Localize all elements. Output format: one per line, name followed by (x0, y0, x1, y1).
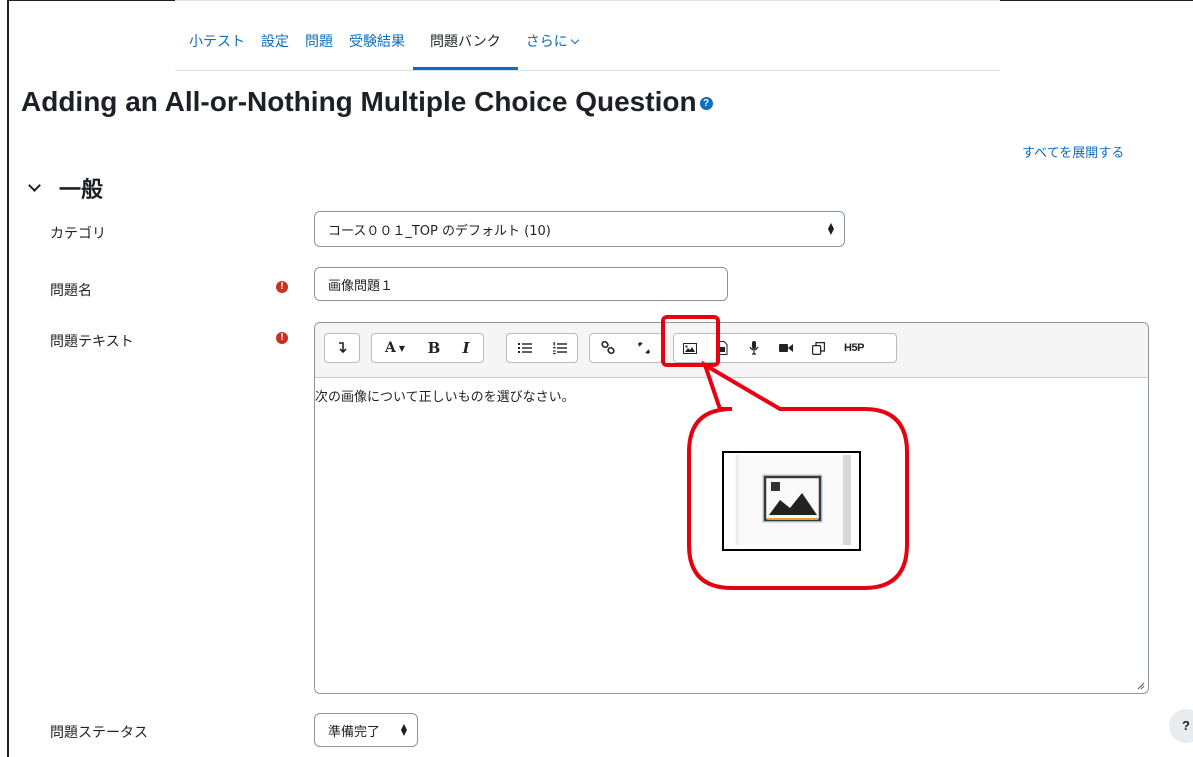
category-label: カテゴリ (50, 226, 106, 242)
select-arrows-icon: ▲ ▼ (400, 722, 407, 737)
section-general-header[interactable]: 一般 (28, 172, 104, 204)
required-icon: ! (276, 281, 288, 293)
resize-handle-icon[interactable] (1137, 682, 1145, 690)
unordered-list-icon[interactable] (507, 334, 542, 362)
tab-questions[interactable]: 問題 (297, 18, 341, 70)
page-title: Adding an All-or-Nothing Multiple Choice… (21, 86, 713, 118)
font-style-icon[interactable]: A ▼ (372, 334, 418, 362)
question-name-input[interactable]: 画像問題１ (314, 267, 728, 301)
category-select[interactable]: コース００１_TOP のデフォルト (10) ▲ ▼ (314, 211, 845, 247)
toolbar-group-style: A ▼ B I (371, 333, 484, 363)
toolbar-group-collapse (324, 333, 360, 363)
h5p-icon[interactable]: H5P (834, 334, 874, 362)
media-icon[interactable] (706, 334, 738, 362)
question-status-value: 準備完了 (328, 724, 381, 740)
chevron-down-icon (28, 178, 41, 192)
editor-toolbar: A ▼ B I H5P (315, 323, 1148, 378)
microphone-icon[interactable] (738, 334, 770, 362)
tab-more-label: さらに (525, 34, 568, 50)
tab-quiz[interactable]: 小テスト (175, 18, 253, 70)
tab-results[interactable]: 受験結果 (341, 18, 413, 70)
question-name-label: 問題名 (50, 283, 92, 299)
page-title-text: Adding an All-or-Nothing Multiple Choice… (21, 86, 697, 117)
section-title: 一般 (59, 178, 104, 203)
toolbar-group-lists (506, 333, 578, 363)
tab-settings[interactable]: 設定 (253, 18, 297, 70)
question-name-value: 画像問題１ (328, 278, 394, 294)
toolbar-group-links (589, 333, 663, 363)
question-text-editor[interactable]: A ▼ B I H5P 次の画像について正しいものを選びなさい。 (314, 322, 1149, 694)
video-icon[interactable] (770, 334, 802, 362)
copy-icon[interactable] (802, 334, 834, 362)
category-value: コース００１_TOP のデフォルト (10) (328, 223, 551, 239)
collapse-icon[interactable] (325, 334, 359, 362)
ordered-list-icon[interactable] (542, 334, 577, 362)
secondary-nav: 小テスト 設定 問題 受験結果 問題バンク さらに (175, 18, 1000, 71)
link-icon[interactable] (590, 334, 626, 362)
chevron-down-icon (570, 35, 579, 45)
question-text-label: 問題テキスト (50, 334, 134, 350)
unlink-icon[interactable] (626, 334, 662, 362)
question-help-icon[interactable]: ? (699, 97, 713, 111)
required-icon: ! (276, 332, 288, 344)
toolbar-group-media: H5P (673, 333, 897, 363)
top-divider (175, 0, 1000, 1)
image-icon[interactable] (674, 334, 706, 362)
question-status-select[interactable]: 準備完了 ▲ ▼ (314, 713, 418, 747)
expand-all-link[interactable]: すべてを展開する (1022, 142, 1124, 161)
select-arrows-icon: ▲ ▼ (827, 221, 834, 236)
bold-icon[interactable]: B (418, 334, 450, 362)
italic-icon[interactable]: I (450, 334, 482, 362)
question-text-content[interactable]: 次の画像について正しいものを選びなさい。 (315, 378, 1148, 405)
tab-question-bank[interactable]: 問題バンク (413, 18, 518, 70)
font-style-label: A (384, 340, 396, 356)
question-status-label: 問題ステータス (50, 725, 148, 741)
tab-more[interactable]: さらに (518, 18, 586, 70)
